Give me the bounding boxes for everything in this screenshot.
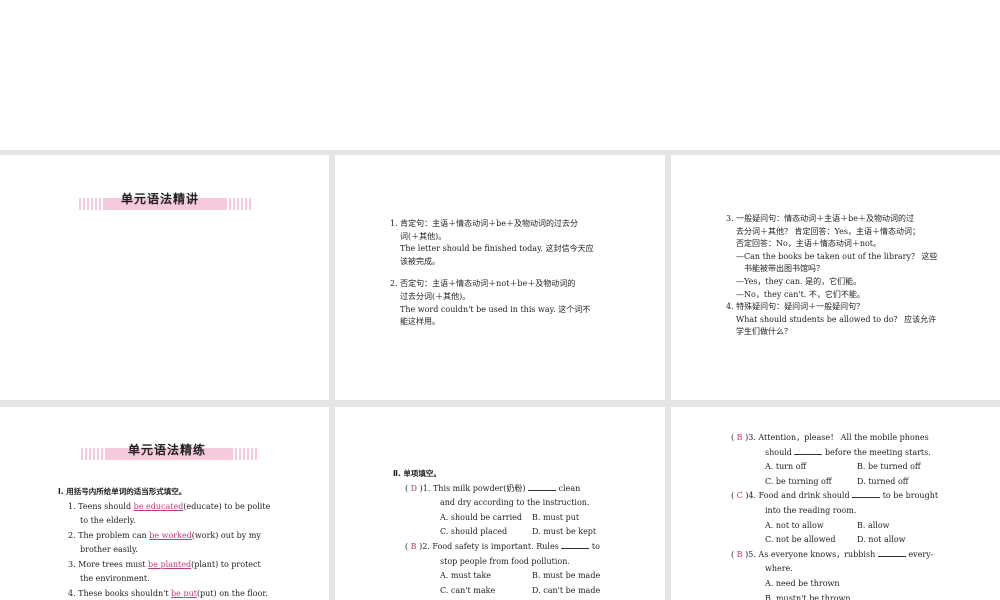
slide-title: 单元语法精练 bbox=[128, 443, 207, 457]
options-row: C. not be allowed D. not allow bbox=[731, 533, 949, 548]
question-5: ( B )5. As everyone knows，rubbish every- bbox=[731, 549, 934, 559]
option: A. should be carried bbox=[440, 512, 523, 522]
section-heading: Ⅱ. 单项填空。 bbox=[393, 469, 441, 478]
slide-questions[interactable]: 3. 一般疑问句：情态动词＋主语＋be＋及物动词的过 去分词＋其他？ 肯定回答：… bbox=[671, 155, 1000, 400]
multiple-choice-exercise: Ⅱ. 单项填空。 ( D )1. This milk powder(奶粉) cl… bbox=[393, 467, 624, 598]
option: A. need be thrown bbox=[765, 578, 840, 588]
exercise-item: 1. Teens should be educated(educate) to … bbox=[68, 501, 271, 511]
option: A. must take bbox=[440, 571, 492, 581]
options-row: A. should be carried B. must put bbox=[393, 511, 624, 526]
option: A. turn off bbox=[765, 462, 807, 472]
slide-title: 单元语法精讲 bbox=[121, 192, 200, 206]
answer-text: be planted bbox=[148, 559, 192, 569]
answer-letter: B bbox=[736, 549, 743, 559]
answer-text: be worked bbox=[149, 530, 192, 540]
question-3: ( B )3. Attention，please！ All the mobile… bbox=[731, 433, 929, 442]
option: C. should placed bbox=[440, 527, 508, 537]
exercise-continuation: the environment. bbox=[80, 574, 150, 583]
slide-grammar-explanation-title[interactable]: 单元语法精讲 bbox=[0, 155, 329, 400]
answer-blank bbox=[877, 549, 906, 557]
grammar-rules-text: 3. 一般疑问句：情态动词＋主语＋be＋及物动词的过 去分词＋其他？ 肯定回答：… bbox=[726, 213, 938, 339]
rule-line: 2. 否定句：主语＋情态动词＋not＋be＋及物动词的 bbox=[390, 279, 576, 289]
rule-line: 词(＋其他)。 bbox=[400, 231, 447, 241]
answer-blank bbox=[561, 541, 590, 549]
question-1: ( D )1. This milk powder(奶粉) clean bbox=[405, 483, 581, 493]
section-heading: Ⅰ. 用括号内所给单词的适当形式填空。 bbox=[58, 487, 187, 496]
answer-text: be educated bbox=[133, 501, 184, 511]
example-line: 学生们做什么？ bbox=[736, 327, 792, 337]
option: D. must be kept bbox=[532, 527, 597, 537]
exercise-continuation: to the elderly. bbox=[80, 516, 136, 525]
option: B. mustn't be thrown bbox=[765, 593, 851, 600]
options-row: A. must take B. must be made bbox=[393, 569, 624, 584]
option: B. must put bbox=[532, 512, 580, 522]
question-continuation: into the reading room. bbox=[765, 505, 857, 515]
top-blank-area bbox=[0, 0, 1000, 150]
answer-letter: C bbox=[736, 491, 743, 501]
example-line: The letter should be finished today. 这封信… bbox=[400, 244, 594, 254]
option: D. can't be made bbox=[532, 585, 601, 595]
question-4: ( C )4. Food and drink should to be brou… bbox=[731, 490, 939, 501]
option: C. be turning off bbox=[765, 476, 832, 486]
question-continuation: and dry according to the instruction. bbox=[440, 498, 590, 508]
options-row: A. not to allow B. allow bbox=[731, 519, 949, 534]
example-line: 该被完成。 bbox=[400, 256, 440, 266]
multiple-choice-exercise: ( B )3. Attention，please！ All the mobile… bbox=[731, 431, 949, 600]
option: D. turned off bbox=[857, 476, 909, 486]
exercise-item: 3. More trees must be planted(plant) to … bbox=[68, 559, 261, 569]
slide-multiple-choice-2[interactable]: ( B )3. Attention，please！ All the mobile… bbox=[671, 407, 1000, 600]
exercise-item: 4. These books shouldn't be put(put) on … bbox=[68, 588, 268, 598]
example-line: —No，they can't. 不，它们不能。 bbox=[736, 289, 865, 299]
example-line: What should students be allowed to do？ 应… bbox=[736, 314, 937, 324]
option: C. can't make bbox=[440, 585, 496, 595]
option: A. not to allow bbox=[765, 520, 824, 530]
exercise-item: 2. The problem can be worked(work) out b… bbox=[68, 530, 261, 540]
rule-line: 1. 肯定句：主语＋情态动词＋be＋及物动词的过去分 bbox=[390, 219, 579, 228]
answer-letter: D bbox=[410, 483, 418, 493]
question-continuation: where. bbox=[765, 564, 793, 574]
example-line: The word couldn't be used in this way. 这… bbox=[400, 304, 591, 314]
options-row: A. turn off B. be turned off bbox=[731, 460, 949, 475]
example-line: —Yes，they can. 是的，它们能。 bbox=[736, 276, 862, 286]
rule-line: 否定回答：No，主语＋情态动词＋not。 bbox=[736, 239, 881, 249]
answer-blank bbox=[852, 490, 881, 499]
option: C. not be allowed bbox=[765, 535, 836, 545]
rule-line: 4. 特殊疑问句：疑问词＋一般疑问句？ bbox=[726, 302, 865, 312]
options-row: C. be turning off D. turned off bbox=[731, 475, 949, 490]
slide-multiple-choice-1[interactable]: Ⅱ. 单项填空。 ( D )1. This milk powder(奶粉) cl… bbox=[335, 407, 665, 600]
slide-grammar-practice[interactable]: 单元语法精练 Ⅰ. 用括号内所给单词的适当形式填空。 1. Teens shou… bbox=[0, 407, 329, 600]
example-line: 能这样用。 bbox=[400, 317, 440, 327]
exercise-continuation: brother easily. bbox=[80, 545, 138, 554]
example-line: —Can the books be taken out of the libra… bbox=[736, 251, 938, 261]
answer-letter: B bbox=[736, 433, 743, 442]
answer-letter: B bbox=[410, 541, 417, 551]
example-line: 书能被带出图书馆吗？ bbox=[744, 264, 824, 274]
fill-in-exercise: Ⅰ. 用括号内所给单词的适当形式填空。 1. Teens should be e… bbox=[58, 485, 270, 600]
answer-text: be put bbox=[171, 588, 197, 598]
options-row: C. should placed D. must be kept bbox=[393, 525, 624, 540]
question-continuation: stop people from food pollution. bbox=[440, 556, 570, 566]
answer-blank bbox=[528, 483, 556, 491]
grammar-rules-text: 1. 肯定句：主语＋情态动词＋be＋及物动词的过去分 词(＋其他)。 The l… bbox=[390, 218, 594, 329]
option: B. be turned off bbox=[857, 462, 921, 472]
rule-line: 过去分词(＋其他)。 bbox=[400, 291, 471, 301]
rule-line: 去分词＋其他？ 肯定回答：Yes，主语＋情态动词； bbox=[736, 226, 920, 236]
option: B. allow bbox=[857, 520, 890, 530]
slide-affirmative-negative[interactable]: 1. 肯定句：主语＋情态动词＋be＋及物动词的过去分 词(＋其他)。 The l… bbox=[335, 155, 665, 400]
option: D. not allow bbox=[857, 535, 906, 545]
question-2: ( B )2. Food safety is important. Rules … bbox=[405, 541, 600, 551]
question-continuation: should before the meeting starts. bbox=[765, 447, 931, 457]
option: B. must be made bbox=[532, 571, 601, 581]
rule-line: 3. 一般疑问句：情态动词＋主语＋be＋及物动词的过 bbox=[726, 214, 915, 223]
options-row: C. can't make D. can't be made bbox=[393, 584, 624, 599]
answer-blank bbox=[794, 447, 823, 455]
